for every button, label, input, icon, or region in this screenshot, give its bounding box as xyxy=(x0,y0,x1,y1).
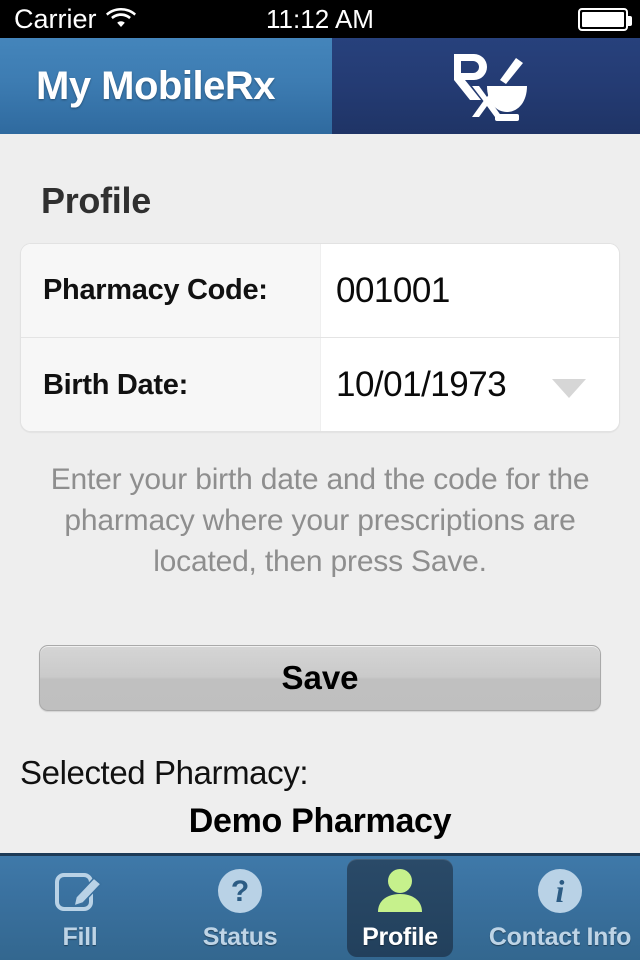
birth-date-label: Birth Date: xyxy=(43,368,188,401)
compose-pencil-icon xyxy=(54,864,106,918)
clock: 11:12 AM xyxy=(266,3,374,34)
save-button[interactable]: Save xyxy=(39,645,601,711)
profile-form-card: Pharmacy Code: 001001 Birth Date: 10/01/… xyxy=(20,243,620,432)
instruction-text: Enter your birth date and the code for t… xyxy=(50,463,590,578)
birth-date-label-cell: Birth Date: xyxy=(21,338,321,431)
app-header-title-panel: My MobileRx xyxy=(0,38,332,134)
app-header-logo-panel xyxy=(332,38,640,134)
main-content: Profile Pharmacy Code: 001001 Birth Date… xyxy=(0,134,640,853)
status-bar-right xyxy=(578,7,632,31)
info-circle-icon: i xyxy=(535,864,585,918)
battery-level-fill xyxy=(582,11,624,27)
form-row-pharmacy-code: Pharmacy Code: 001001 xyxy=(21,244,619,338)
app-title: My MobileRx xyxy=(36,63,275,108)
svg-text:?: ? xyxy=(231,875,249,908)
pharmacy-code-field[interactable]: 001001 xyxy=(321,244,619,337)
app-header: My MobileRx xyxy=(0,38,640,134)
tab-profile-label: Profile xyxy=(362,923,438,951)
pharmacy-code-label: Pharmacy Code: xyxy=(43,274,268,306)
rx-mortar-pestle-icon xyxy=(440,46,532,126)
birth-date-value: 10/01/1973 xyxy=(336,365,507,404)
birth-date-field[interactable]: 10/01/1973 xyxy=(321,338,619,431)
pharmacy-code-value: 001001 xyxy=(336,270,450,310)
form-row-birth-date: Birth Date: 10/01/1973 xyxy=(21,338,619,431)
svg-text:i: i xyxy=(556,873,565,909)
person-icon xyxy=(374,864,426,918)
tab-bar: Fill ? Status Profile i Contact Info xyxy=(0,853,640,960)
page-title: Profile xyxy=(41,180,151,221)
tab-contact-info-label: Contact Info xyxy=(488,923,632,951)
selected-pharmacy-label: Selected Pharmacy: xyxy=(20,754,309,791)
pharmacy-code-label-cell: Pharmacy Code: xyxy=(21,244,321,337)
app-screen: Carrier 11:12 AM My MobileRx Profile Pha… xyxy=(0,0,640,960)
selected-pharmacy-value: Demo Pharmacy xyxy=(188,802,452,840)
tab-fill[interactable]: Fill xyxy=(0,856,160,960)
status-bar: Carrier 11:12 AM xyxy=(0,0,640,38)
tab-contact-info[interactable]: i Contact Info xyxy=(480,856,640,960)
battery-full-icon xyxy=(578,7,632,31)
chevron-down-icon[interactable] xyxy=(552,379,586,398)
tab-status[interactable]: ? Status xyxy=(160,856,320,960)
tab-fill-label: Fill xyxy=(62,923,98,951)
question-mark-circle-icon: ? xyxy=(215,864,265,918)
tab-status-label: Status xyxy=(202,923,278,951)
tab-profile[interactable]: Profile xyxy=(320,856,480,960)
